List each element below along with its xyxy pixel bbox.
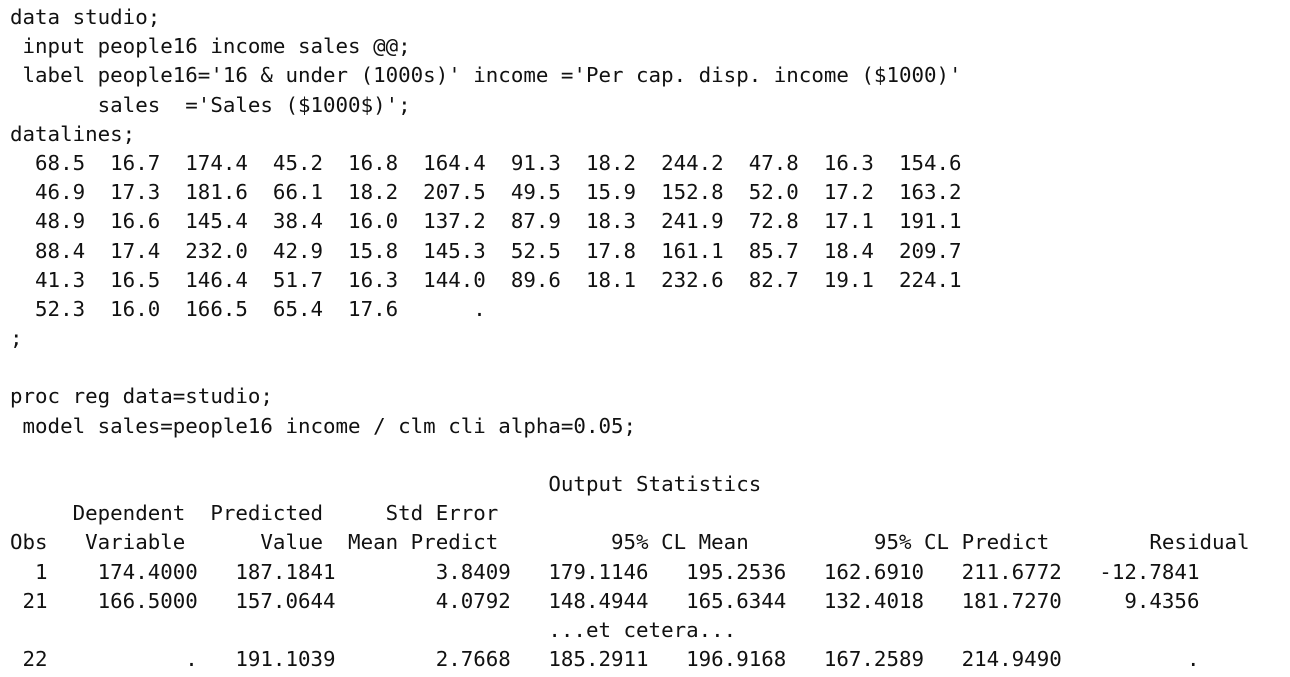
output-row: 1 174.4000 187.1841 3.8409 179.1146 195.…	[10, 559, 1200, 584]
datalines-row: 48.9 16.6 145.4 38.4 16.0 137.2 87.9 18.…	[10, 209, 962, 234]
output-header-line-2: Obs Variable Value Mean Predict 95% CL M…	[10, 530, 1250, 555]
datalines-row: 52.3 16.0 166.5 65.4 17.6 .	[10, 296, 486, 321]
datalines-row: 68.5 16.7 174.4 45.2 16.8 164.4 91.3 18.…	[10, 150, 962, 175]
output-title: Output Statistics	[10, 472, 762, 496]
code-line: model sales=people16 income / clm cli al…	[10, 413, 637, 438]
output-row: 22 . 191.1039 2.7668 185.2911 196.9168 1…	[10, 647, 1200, 672]
code-line: ;	[10, 326, 23, 351]
output-ellipsis: ...et cetera...	[10, 617, 737, 642]
datalines-row: 88.4 17.4 232.0 42.9 15.8 145.3 52.5 17.…	[10, 238, 962, 263]
output-row: 21 166.5000 157.0644 4.0792 148.4944 165…	[10, 588, 1200, 613]
output-header-line-1: Dependent Predicted Std Error	[10, 501, 499, 526]
code-line: input people16 income sales @@;	[10, 34, 411, 59]
datalines-row: 46.9 17.3 181.6 66.1 18.2 207.5 49.5 15.…	[10, 180, 962, 205]
code-line: sales ='Sales ($1000$)';	[10, 92, 411, 117]
datalines-row: 41.3 16.5 146.4 51.7 16.3 144.0 89.6 18.…	[10, 267, 962, 292]
code-line: proc reg data=studio;	[10, 384, 273, 409]
code-line: data studio;	[10, 5, 161, 29]
code-line: datalines;	[10, 121, 136, 146]
code-line: label people16='16 & under (1000s)' inco…	[10, 63, 962, 88]
sas-listing: data studio; input people16 income sales…	[10, 3, 1250, 674]
